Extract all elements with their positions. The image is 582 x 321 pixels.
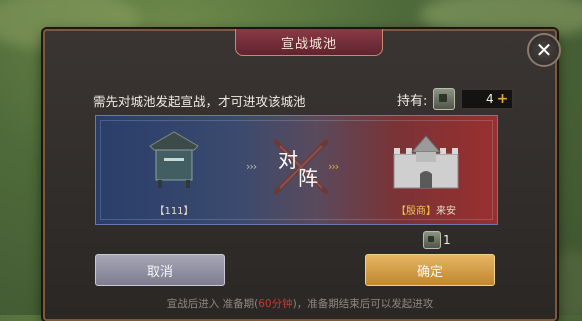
target-city-label: 【殷商】来安	[381, 202, 471, 217]
versus-char-2: 阵	[298, 166, 318, 190]
cost-count: 1	[443, 233, 451, 247]
city-gate-icon	[149, 131, 199, 188]
close-button[interactable]: ✕	[527, 33, 561, 67]
cancel-button[interactable]: 取消	[95, 254, 225, 286]
holding-display: 持有: 4 +	[397, 88, 514, 110]
holding-count-box: 4 +	[461, 89, 514, 109]
title-plate: 宣战城池	[235, 29, 383, 56]
instruction-text: 需先对城池发起宣战，才可进攻该城池	[93, 94, 306, 109]
fortress-icon	[393, 135, 459, 189]
declare-cost: 1	[423, 231, 451, 249]
holding-label: 持有:	[397, 93, 428, 109]
attacker-city-label: 【111】	[154, 206, 194, 217]
close-icon: ✕	[535, 38, 553, 62]
target-city[interactable]: 【殷商】来安	[381, 128, 471, 224]
add-token-button[interactable]: +	[497, 91, 509, 107]
battle-panel: 【111】 ››› 对 阵 ››› 【殷商】来安	[95, 115, 498, 225]
dialog-title: 宣战城池	[280, 36, 337, 52]
attacker-city[interactable]: 【111】	[136, 128, 212, 224]
target-city-name: 来安	[436, 206, 456, 217]
footer-text-2: )，准备期结束后可以发起进攻	[292, 298, 434, 310]
confirm-button[interactable]: 确定	[365, 254, 495, 286]
token-icon	[433, 88, 456, 110]
versus-char-1: 对	[278, 148, 298, 172]
arrows-left: ›››	[246, 160, 257, 173]
arrows-right: ›››	[328, 160, 339, 173]
holding-count: 4	[486, 92, 494, 106]
target-city-tag: 【殷商】	[396, 206, 436, 217]
footer-note: 宣战后进入 准备期(60分钟)，准备期结束后可以发起进攻	[45, 296, 555, 311]
prep-duration: 60分钟	[258, 298, 293, 310]
versus-emblem: 对 阵	[266, 132, 336, 202]
footer-text-1: 宣战后进入 准备期(	[166, 298, 259, 310]
declare-war-dialog: 宣战城池 ✕ 需先对城池发起宣战，才可进攻该城池 持有: 4 + 【111】 ›…	[43, 29, 561, 321]
token-icon	[423, 231, 441, 249]
